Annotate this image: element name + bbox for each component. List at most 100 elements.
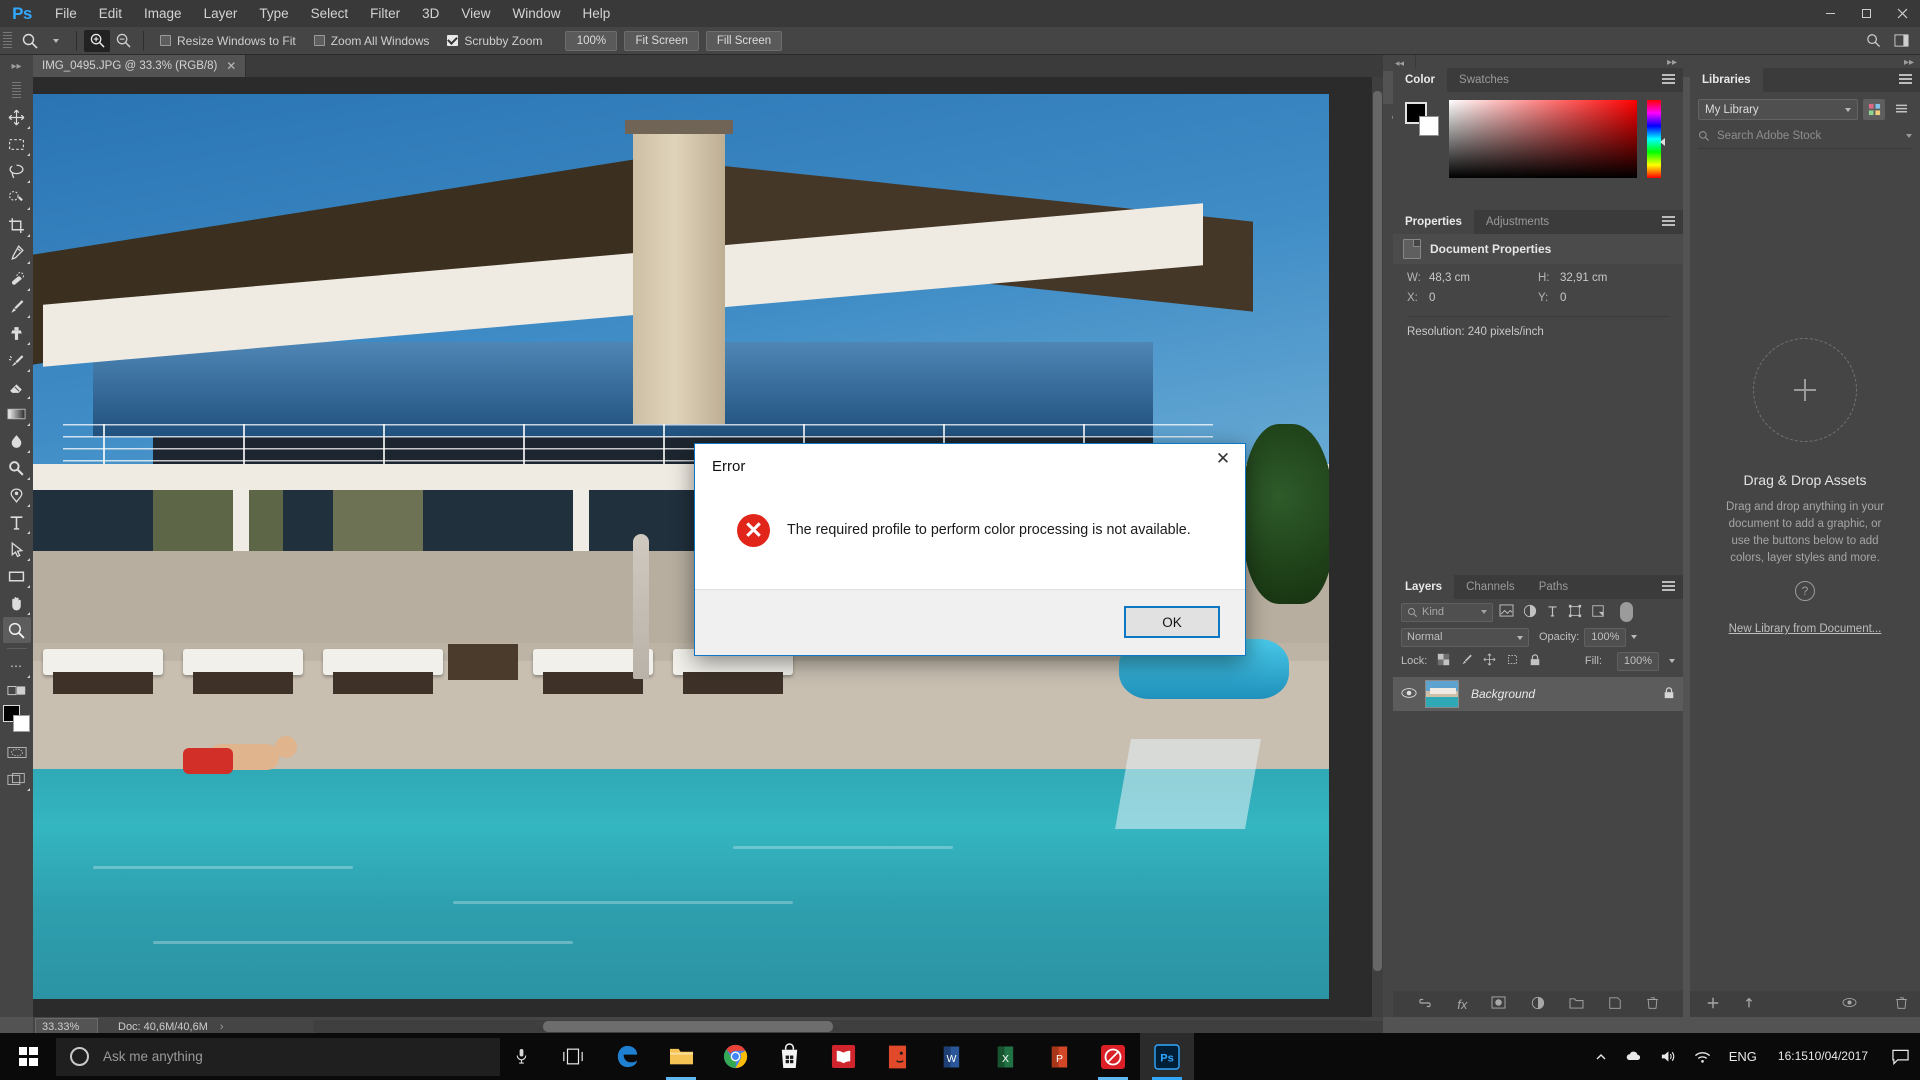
- hue-slider[interactable]: [1647, 100, 1665, 178]
- library-settings-icon[interactable]: [1842, 996, 1857, 1012]
- move-tool[interactable]: [3, 104, 31, 130]
- library-dropzone[interactable]: Drag & Drop Assets Drag and drop anythin…: [1690, 338, 1920, 635]
- taskbar-app-adobe-photoshop[interactable]: Ps: [1140, 1033, 1194, 1080]
- pen-tool[interactable]: [3, 482, 31, 508]
- clone-stamp-tool[interactable]: [3, 320, 31, 346]
- screen-mode-icon[interactable]: [3, 766, 31, 792]
- sync-icon[interactable]: [1742, 996, 1756, 1013]
- eyedropper-tool[interactable]: [3, 239, 31, 265]
- document-tab[interactable]: IMG_0495.JPG @ 33.3% (RGB/8) ✕: [33, 55, 247, 77]
- filter-type-icon[interactable]: [1546, 604, 1559, 621]
- onedrive-icon[interactable]: [1616, 1033, 1650, 1080]
- filter-enable-toggle[interactable]: [1620, 602, 1633, 622]
- tab-swatches[interactable]: Swatches: [1447, 68, 1521, 92]
- tab-paths[interactable]: Paths: [1527, 575, 1580, 599]
- zoom-in-button[interactable]: [84, 29, 110, 52]
- new-group-icon[interactable]: [1569, 996, 1584, 1012]
- hand-tool[interactable]: [3, 590, 31, 616]
- background-color-swatch[interactable]: [12, 715, 30, 732]
- filter-adjustment-icon[interactable]: [1523, 604, 1537, 621]
- menu-type[interactable]: Type: [248, 0, 299, 27]
- expand-dock-icon[interactable]: ▸▸: [0, 55, 33, 77]
- zoom-all-windows-checkbox[interactable]: Zoom All Windows: [313, 34, 429, 48]
- grid-view-icon[interactable]: [1863, 99, 1885, 120]
- canvas-vertical-scrollbar[interactable]: [1372, 77, 1383, 1017]
- lock-all-icon[interactable]: [1529, 653, 1541, 670]
- scrubby-zoom-checkbox[interactable]: Scrubby Zoom: [447, 34, 542, 48]
- options-bar-grip[interactable]: [3, 31, 12, 50]
- link-layers-icon[interactable]: [1417, 997, 1433, 1012]
- minimize-button[interactable]: [1812, 0, 1848, 27]
- zoom-tool[interactable]: [2, 617, 31, 643]
- filter-smart-object-icon[interactable]: [1591, 604, 1605, 621]
- type-tool[interactable]: [3, 509, 31, 535]
- close-document-icon[interactable]: ✕: [226, 59, 236, 73]
- tab-layers[interactable]: Layers: [1393, 575, 1455, 599]
- taskbar-app-microsoft-edge[interactable]: [600, 1033, 654, 1080]
- layer-lock-icon[interactable]: [1663, 686, 1675, 703]
- taskbar-app-google-chrome[interactable]: [708, 1033, 762, 1080]
- path-selection-tool[interactable]: [3, 536, 31, 562]
- error-dialog[interactable]: Error ✕ ✕ The required profile to perfor…: [694, 443, 1246, 656]
- edit-toolbar-icon[interactable]: ⋯: [3, 653, 31, 679]
- eraser-tool[interactable]: [3, 374, 31, 400]
- width-field[interactable]: W: 48,3 cm: [1407, 272, 1538, 284]
- history-brush-tool[interactable]: [3, 347, 31, 373]
- quick-mask-toggle-icon[interactable]: [3, 680, 31, 702]
- lock-transparent-pixels-icon[interactable]: [1437, 653, 1450, 669]
- background-color-swatch[interactable]: [1419, 116, 1439, 136]
- volume-icon[interactable]: [1650, 1033, 1685, 1080]
- properties-panel-menu-icon[interactable]: [1662, 216, 1675, 227]
- taskbar-app-microsoft-word[interactable]: W: [924, 1033, 978, 1080]
- brush-tool[interactable]: [3, 293, 31, 319]
- wifi-icon[interactable]: [1685, 1033, 1720, 1080]
- layer-thumbnail[interactable]: [1425, 680, 1459, 708]
- tool-preset-chevron-down-icon[interactable]: [43, 30, 69, 52]
- tab-adjustments[interactable]: Adjustments: [1474, 210, 1561, 234]
- layer-name[interactable]: Background: [1471, 687, 1535, 701]
- quick-selection-tool[interactable]: [3, 185, 31, 211]
- dodge-tool[interactable]: [3, 455, 31, 481]
- collapse-libraries-icon[interactable]: ▸▸: [1904, 57, 1914, 68]
- new-library-from-document-link[interactable]: New Library from Document...: [1690, 623, 1920, 635]
- menu-select[interactable]: Select: [300, 0, 360, 27]
- library-search-row[interactable]: Search Adobe Stock: [1698, 127, 1912, 149]
- delete-library-icon[interactable]: [1895, 996, 1908, 1013]
- workspace-switcher-icon[interactable]: [1888, 30, 1914, 52]
- blur-tool[interactable]: [3, 428, 31, 454]
- layer-mask-icon[interactable]: [1491, 996, 1506, 1012]
- lock-position-icon[interactable]: [1483, 653, 1496, 669]
- fx-icon[interactable]: fx: [1457, 997, 1467, 1012]
- quick-mask-mode-icon[interactable]: [3, 739, 31, 765]
- action-center-icon[interactable]: [1880, 1033, 1920, 1080]
- new-layer-icon[interactable]: [1608, 996, 1622, 1013]
- color-panel-swatches[interactable]: [1405, 102, 1439, 136]
- toolbar-grip[interactable]: [12, 82, 21, 100]
- ok-button[interactable]: OK: [1124, 606, 1220, 638]
- fill-field[interactable]: 100%: [1617, 651, 1659, 671]
- menu-layer[interactable]: Layer: [193, 0, 249, 27]
- color-swatches[interactable]: [2, 705, 31, 733]
- y-field[interactable]: Y: 0: [1538, 292, 1669, 304]
- start-button[interactable]: [0, 1033, 56, 1080]
- maximize-button[interactable]: [1848, 0, 1884, 27]
- menu-file[interactable]: File: [44, 0, 88, 27]
- lock-artboard-icon[interactable]: [1506, 653, 1519, 669]
- status-menu-chevron-icon[interactable]: ›: [220, 1021, 224, 1033]
- filter-image-icon[interactable]: [1499, 604, 1514, 620]
- filter-kind-dropdown[interactable]: Kind: [1401, 602, 1493, 622]
- menu-3d[interactable]: 3D: [411, 0, 450, 27]
- adjustment-layer-icon[interactable]: [1531, 996, 1545, 1013]
- taskbar-app-books[interactable]: [816, 1033, 870, 1080]
- menu-filter[interactable]: Filter: [359, 0, 411, 27]
- table-row[interactable]: Background: [1393, 677, 1683, 711]
- show-hidden-icons-chevron-up-icon[interactable]: [1586, 1033, 1616, 1080]
- tab-libraries[interactable]: Libraries: [1690, 68, 1763, 92]
- list-view-icon[interactable]: [1890, 99, 1912, 120]
- lasso-tool[interactable]: [3, 158, 31, 184]
- zoom-100-button[interactable]: 100%: [565, 30, 618, 51]
- collapse-panels-icon[interactable]: ▸▸: [1667, 57, 1677, 68]
- layers-panel-menu-icon[interactable]: [1662, 581, 1675, 592]
- menu-edit[interactable]: Edit: [88, 0, 133, 27]
- clock[interactable]: 16:15 10/04/2017: [1766, 1033, 1880, 1080]
